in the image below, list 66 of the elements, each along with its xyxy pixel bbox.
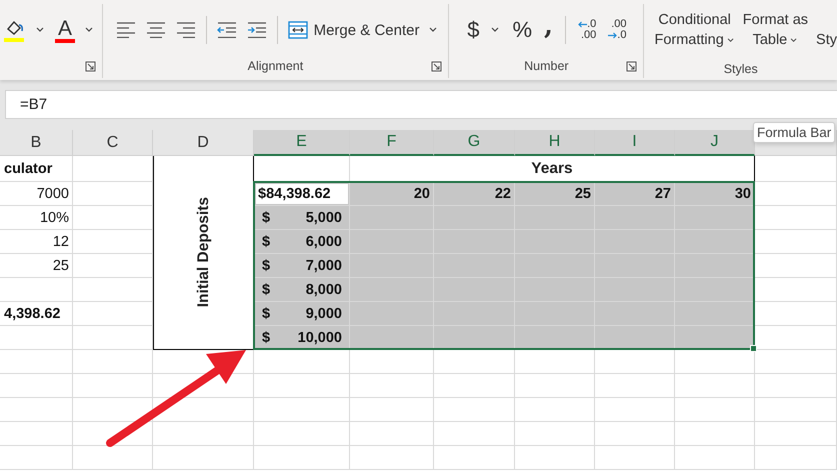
column-header[interactable]: E (254, 130, 350, 156)
increase-indent-icon[interactable] (246, 22, 267, 38)
active-cell[interactable]: $84,398.62 (256, 184, 348, 204)
dialog-launcher-icon[interactable] (431, 60, 442, 72)
currency-symbol: $ (262, 306, 270, 322)
column-header[interactable]: F (350, 130, 434, 156)
currency-symbol: $ (262, 210, 270, 226)
align-center-icon[interactable] (146, 22, 166, 38)
table-cell-text: 7000 (36, 185, 70, 204)
column-header[interactable]: H (515, 130, 595, 156)
styles-button[interactable]: Conditional Formatting (654, 10, 735, 50)
align-right-icon[interactable] (176, 22, 196, 38)
styles-button[interactable]: Format as Table (742, 10, 808, 50)
formula-bar[interactable]: =B7 (5, 90, 837, 119)
table-cell-text: culator (3, 160, 54, 179)
caret-icon[interactable] (36, 27, 45, 33)
font-color-button[interactable]: A (55, 18, 75, 42)
column-header[interactable]: G (434, 130, 515, 156)
table-cell-text: 25 (574, 185, 592, 204)
styles-button[interactable]: Sty (816, 10, 837, 50)
cell-value: 5,000 (306, 210, 342, 226)
column-header[interactable]: J (675, 130, 755, 156)
column-header[interactable]: C (73, 130, 153, 156)
left-arrow-icon (578, 21, 588, 28)
font-color-glyph: A (58, 18, 72, 38)
table-cell-text: 27 (654, 185, 672, 204)
caret-icon[interactable] (491, 27, 500, 33)
table-cell-text: 22 (494, 185, 512, 204)
comma-style-button[interactable]: , (544, 16, 554, 44)
merge-center-button[interactable]: Merge & Center (288, 21, 420, 39)
decrease-indent-icon[interactable] (216, 22, 237, 38)
table-cell-text: 4,398.62 (3, 305, 62, 324)
currency-symbol: $ (262, 258, 270, 274)
group-label: Styles (724, 62, 758, 76)
column-header[interactable]: I (595, 130, 675, 156)
decrease-decimal-button[interactable]: .0 .00 (578, 19, 596, 41)
caret-icon[interactable] (85, 27, 94, 33)
merge-cells-icon (288, 21, 308, 39)
table-cell-text: 10% (38, 209, 70, 228)
cell-value: 10,000 (298, 330, 342, 346)
currency-symbol: $ (262, 234, 270, 250)
cell-value: 7,000 (306, 258, 342, 274)
tooltip: Formula Bar (753, 122, 836, 143)
table-cell-text: 12 (52, 233, 70, 252)
align-left-icon[interactable] (116, 22, 136, 38)
cell-value: 6,000 (306, 234, 342, 250)
column-header[interactable]: B (0, 130, 73, 156)
dialog-launcher-icon[interactable] (626, 60, 638, 72)
group-label: Alignment (248, 59, 304, 73)
currency-button[interactable]: $ (467, 17, 480, 43)
cell-value: 8,000 (306, 282, 342, 298)
percent-button[interactable]: % (512, 17, 532, 43)
currency-symbol: $ (262, 282, 270, 298)
table-cell-text: 30 (734, 185, 752, 204)
cell-value: 9,000 (306, 306, 342, 322)
table-cell-text: 25 (52, 257, 70, 276)
caret-icon[interactable] (429, 27, 438, 33)
increase-decimal-button[interactable]: .00 .0 (608, 19, 626, 41)
row-label: Initial Deposits (194, 197, 212, 308)
column-header[interactable]: D (153, 130, 254, 156)
fill-handle[interactable] (750, 345, 757, 352)
group-label: Number (524, 59, 569, 73)
table-cell-text: 20 (412, 185, 431, 204)
currency-symbol: $ (262, 330, 270, 346)
right-arrow-icon (608, 32, 618, 39)
dialog-launcher-icon[interactable] (84, 60, 96, 72)
